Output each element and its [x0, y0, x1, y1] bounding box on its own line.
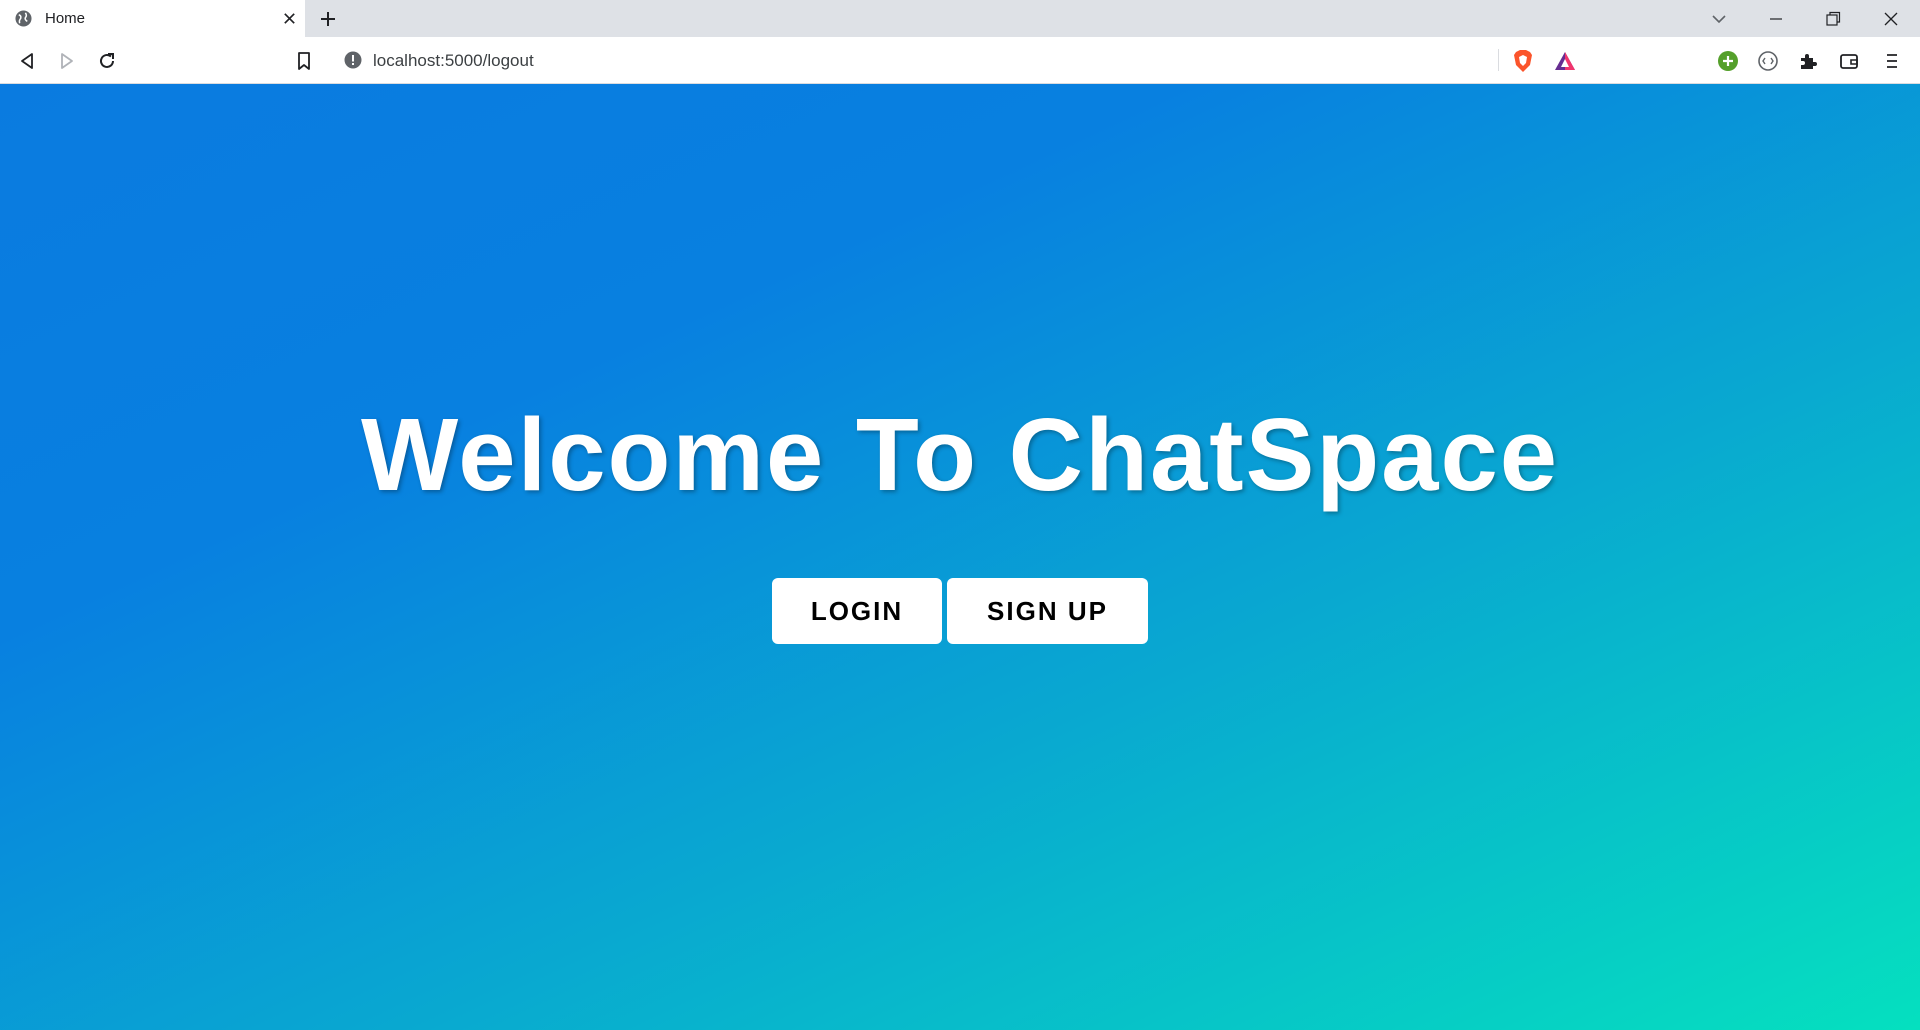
vpn-icon[interactable] [1757, 50, 1779, 72]
close-tab-icon[interactable] [282, 11, 297, 26]
restore-icon[interactable] [1823, 9, 1843, 29]
url-text[interactable]: localhost:5000/logout [373, 51, 534, 71]
tab-title: Home [45, 10, 86, 27]
extensions-icon[interactable] [1797, 50, 1819, 72]
forward-icon[interactable] [56, 50, 78, 72]
page-title: Welcome To ChatSpace [360, 397, 1560, 512]
page-background: Welcome To ChatSpace LOGIN SIGN UP [0, 84, 1920, 1030]
brave-rewards-icon[interactable] [1554, 51, 1576, 71]
login-button[interactable]: LOGIN [772, 578, 942, 644]
bookmark-icon[interactable] [293, 50, 315, 72]
browser-toolbar: localhost:5000/logout [0, 37, 1920, 84]
address-bar-divider [1498, 49, 1499, 71]
wallet-icon[interactable] [1838, 50, 1860, 72]
signup-button[interactable]: SIGN UP [947, 578, 1148, 644]
globe-icon [15, 10, 32, 27]
site-info-icon[interactable] [344, 51, 362, 69]
brave-shields-icon[interactable] [1512, 49, 1534, 73]
new-tab-icon[interactable] [318, 9, 338, 29]
active-tab[interactable]: Home [0, 0, 305, 37]
reload-icon[interactable] [96, 50, 118, 72]
minimize-icon[interactable] [1766, 9, 1786, 29]
tab-search-chevron-icon[interactable] [1709, 9, 1729, 29]
add-extension-icon[interactable] [1717, 50, 1739, 72]
close-window-icon[interactable] [1881, 9, 1901, 29]
menu-icon[interactable] [1881, 50, 1903, 72]
address-bar[interactable]: localhost:5000/logout [332, 42, 1589, 78]
tab-strip: Home [0, 0, 1920, 37]
back-icon[interactable] [16, 50, 38, 72]
